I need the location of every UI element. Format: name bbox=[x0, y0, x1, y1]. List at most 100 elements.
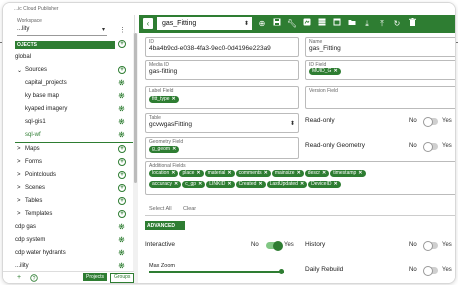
max-zoom-slider-handle[interactable] bbox=[279, 269, 284, 274]
gear-icon[interactable] bbox=[118, 131, 125, 140]
map-icon[interactable] bbox=[300, 17, 314, 31]
tree-item[interactable]: sql-wf bbox=[15, 129, 133, 143]
tree-item[interactable]: capital_projects bbox=[15, 77, 133, 90]
field-chip[interactable]: place ✕ bbox=[179, 170, 204, 177]
add-icon[interactable]: + bbox=[118, 197, 126, 205]
additional-fields-select[interactable]: Additional Fields location ✕ place ✕ materia… bbox=[145, 161, 455, 195]
field-chip[interactable]: LastUpdated ✕ bbox=[266, 181, 308, 188]
tree-item[interactable]: global bbox=[15, 51, 133, 64]
field-chip[interactable]: LINKID ✕ bbox=[206, 181, 235, 188]
folder-icon[interactable] bbox=[345, 17, 359, 31]
field-chip[interactable]: comments ✕ bbox=[235, 170, 271, 177]
add-icon[interactable]: + bbox=[17, 274, 21, 281]
wrench-icon[interactable]: 🔧︎ bbox=[285, 17, 299, 31]
field-chip[interactable]: descr ✕ bbox=[304, 170, 330, 177]
daily-rebuild-toggle[interactable] bbox=[423, 266, 438, 276]
tree-item[interactable]: > Templates + bbox=[15, 208, 133, 221]
tree-item[interactable]: > Forms + bbox=[15, 156, 133, 169]
tree-item-label: Forms bbox=[25, 159, 42, 165]
close-icon: ✕ bbox=[333, 181, 338, 187]
groups-button[interactable]: Groups bbox=[110, 273, 135, 283]
chevron-right-icon[interactable]: > bbox=[17, 185, 21, 191]
add-circle-icon[interactable]: ⊕ bbox=[255, 17, 269, 31]
gear-icon[interactable] bbox=[118, 236, 125, 245]
label-field-select[interactable]: Label Field fitt_type ✕ bbox=[145, 86, 299, 109]
read-only-geometry-toggle[interactable] bbox=[423, 142, 438, 152]
projects-button[interactable]: Projects bbox=[83, 273, 108, 281]
source-select[interactable]: gas_Fitting ⬍ bbox=[157, 17, 252, 30]
table-icon[interactable] bbox=[315, 17, 329, 31]
tree-item[interactable]: cdp gas bbox=[15, 221, 133, 234]
download-icon[interactable]: ⤓ bbox=[360, 17, 374, 31]
field-chip[interactable]: material ✕ bbox=[204, 170, 235, 177]
chevron-right-icon[interactable]: > bbox=[17, 198, 21, 204]
read-only-toggle[interactable] bbox=[423, 117, 438, 127]
tree-item[interactable]: cdp system bbox=[15, 234, 133, 247]
chevron-right-icon[interactable]: > bbox=[17, 211, 21, 217]
back-button[interactable]: ‹ bbox=[143, 18, 153, 29]
scrollbar-thumb[interactable] bbox=[134, 33, 137, 183]
gear-icon[interactable] bbox=[118, 105, 125, 114]
tree-item[interactable]: kyaped imagery bbox=[15, 103, 133, 116]
gear-icon[interactable] bbox=[118, 249, 125, 258]
workspace-select[interactable]: ...lity ▾ bbox=[17, 24, 107, 36]
max-zoom-slider[interactable] bbox=[149, 271, 284, 273]
select-all-link[interactable]: Select All bbox=[149, 206, 172, 212]
add-icon[interactable]: + bbox=[118, 184, 126, 192]
add-icon[interactable]: + bbox=[118, 66, 126, 74]
tree-item-label: Sources bbox=[25, 67, 48, 73]
geometry-field-chip[interactable]: g_geom ✕ bbox=[149, 146, 180, 153]
gear-icon[interactable] bbox=[118, 118, 125, 127]
upload-icon[interactable]: ⤒ bbox=[375, 17, 389, 31]
clear-link[interactable]: Clear bbox=[183, 206, 196, 212]
id-field[interactable]: ID 4ba4b9cd-e038-4fa3-9ec0-0d4196e223a9 bbox=[145, 37, 299, 57]
id-field-chip[interactable]: MUID_G ✕ bbox=[309, 68, 341, 75]
refresh-icon[interactable]: ↻ bbox=[390, 17, 404, 31]
tree-item[interactable]: ⌄ Sources + bbox=[15, 64, 133, 77]
field-chip[interactable]: c_gp ✕ bbox=[182, 181, 206, 188]
field-chip[interactable]: Created ✕ bbox=[235, 181, 266, 188]
table-select[interactable]: Table gcvwgasFitting ⬍ bbox=[145, 113, 299, 133]
field-chip[interactable]: accuracy ✕ bbox=[149, 181, 182, 188]
more-vert-icon[interactable]: ⋮ bbox=[119, 26, 126, 34]
tree-item[interactable]: cdp water hydrants bbox=[15, 247, 133, 260]
add-icon[interactable]: + bbox=[118, 158, 126, 166]
history-label: History bbox=[305, 241, 326, 248]
gear-icon[interactable] bbox=[118, 92, 125, 101]
chevron-right-icon[interactable]: > bbox=[17, 172, 21, 178]
add-project-icon[interactable]: + bbox=[118, 40, 126, 48]
tree-item[interactable]: > Scenes + bbox=[15, 182, 133, 195]
window-icon[interactable] bbox=[330, 17, 344, 31]
read-only-geometry-no: No bbox=[409, 143, 417, 149]
add-icon[interactable]: + bbox=[118, 145, 126, 153]
version-field-select[interactable]: Version Field bbox=[305, 86, 455, 109]
label-field-chip[interactable]: fitt_type ✕ bbox=[149, 96, 179, 103]
interactive-toggle[interactable] bbox=[266, 241, 283, 251]
history-toggle[interactable] bbox=[423, 241, 438, 251]
add-icon[interactable]: + bbox=[118, 210, 126, 218]
tree-item[interactable]: ky base map bbox=[15, 90, 133, 103]
field-chip[interactable]: DeviceID ✕ bbox=[308, 181, 341, 188]
id-field-select[interactable]: ID Field MUID_G ✕ bbox=[305, 60, 455, 80]
geometry-field-select[interactable]: Geometry Field g_geom ✕ bbox=[145, 137, 299, 159]
chevron-down-icon[interactable]: ⌄ bbox=[17, 67, 22, 74]
gear-icon[interactable] bbox=[118, 262, 125, 271]
field-chip[interactable]: timestamp ✕ bbox=[330, 170, 366, 177]
chevron-right-icon[interactable]: > bbox=[17, 146, 21, 152]
delete-icon[interactable] bbox=[405, 17, 419, 31]
tree-item[interactable]: > Maps + bbox=[15, 143, 133, 156]
tree-item[interactable]: > Tables + bbox=[15, 195, 133, 208]
field-chip[interactable]: location ✕ bbox=[149, 170, 179, 177]
add-icon[interactable]: + bbox=[118, 171, 126, 179]
gear-icon[interactable] bbox=[118, 223, 125, 232]
gear-icon[interactable] bbox=[118, 79, 125, 88]
save-icon[interactable] bbox=[270, 17, 284, 31]
name-field[interactable]: Name gas_Fitting bbox=[305, 37, 455, 57]
chevron-right-icon[interactable]: > bbox=[17, 159, 21, 165]
tree-item[interactable]: sql-gis1 bbox=[15, 116, 133, 129]
field-chip[interactable]: mainsize ✕ bbox=[271, 170, 304, 177]
tree-item[interactable]: > Pointclouds + bbox=[15, 169, 133, 182]
tree-scrollbar[interactable] bbox=[133, 33, 138, 283]
media-id-field[interactable]: Media ID gas-fitting bbox=[145, 60, 299, 80]
help-icon[interactable]: ? bbox=[30, 274, 38, 283]
